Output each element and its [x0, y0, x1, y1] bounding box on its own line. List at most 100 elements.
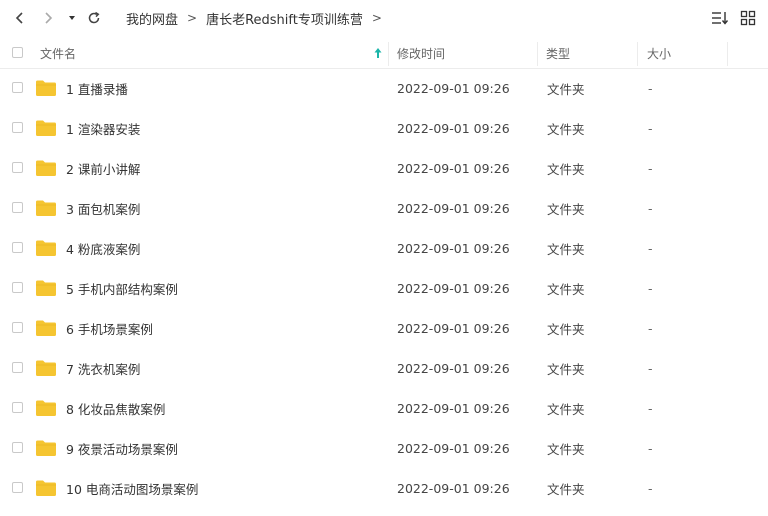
file-type: 文件夹	[547, 281, 585, 297]
sort-list-icon[interactable]	[708, 6, 732, 30]
file-row[interactable]: 1 直播录播 2022-09-01 09:26 文件夹 -	[0, 68, 768, 108]
file-size: -	[648, 480, 653, 496]
file-type: 文件夹	[547, 481, 585, 497]
file-row[interactable]: 4 粉底液案例 2022-09-01 09:26 文件夹 -	[0, 228, 768, 268]
file-size: -	[648, 240, 653, 256]
file-row[interactable]: 10 电商活动图场景案例 2022-09-01 09:26 文件夹 -	[0, 468, 768, 508]
row-checkbox[interactable]	[12, 442, 23, 453]
file-modified-time: 2022-09-01 09:26	[397, 440, 510, 456]
file-name[interactable]: 8 化妆品焦散案例	[66, 388, 165, 428]
column-header-modified[interactable]: 修改时间	[397, 38, 445, 68]
file-type: 文件夹	[547, 321, 585, 337]
forward-chevron-icon[interactable]	[36, 6, 60, 30]
file-row[interactable]: 6 手机场景案例 2022-09-01 09:26 文件夹 -	[0, 308, 768, 348]
row-checkbox[interactable]	[12, 162, 23, 173]
file-list-header: 文件名 修改时间 类型 大小	[0, 38, 768, 69]
file-row[interactable]: 7 洗衣机案例 2022-09-01 09:26 文件夹 -	[0, 348, 768, 388]
row-checkbox[interactable]	[12, 282, 23, 293]
column-header-type[interactable]: 类型	[546, 38, 570, 68]
column-divider[interactable]	[537, 42, 538, 66]
file-name[interactable]: 1 渲染器安装	[66, 108, 140, 148]
file-modified-time: 2022-09-01 09:26	[397, 120, 510, 136]
file-name[interactable]: 2 课前小讲解	[66, 148, 140, 188]
file-size: -	[648, 320, 653, 336]
folder-icon	[35, 159, 57, 180]
file-type: 文件夹	[547, 161, 585, 177]
breadcrumb-separator: >	[187, 11, 198, 25]
file-row[interactable]: 5 手机内部结构案例 2022-09-01 09:26 文件夹 -	[0, 268, 768, 308]
folder-icon	[35, 199, 57, 220]
row-checkbox[interactable]	[12, 322, 23, 333]
file-size: -	[648, 360, 653, 376]
grid-view-icon[interactable]	[736, 6, 760, 30]
row-checkbox[interactable]	[12, 482, 23, 493]
folder-icon	[35, 479, 57, 500]
file-modified-time: 2022-09-01 09:26	[397, 280, 510, 296]
breadcrumb-separator: >	[371, 11, 382, 25]
row-checkbox[interactable]	[12, 362, 23, 373]
file-name[interactable]: 10 电商活动图场景案例	[66, 468, 198, 508]
file-name[interactable]: 4 粉底液案例	[66, 228, 140, 268]
row-checkbox[interactable]	[12, 82, 23, 93]
row-checkbox[interactable]	[12, 202, 23, 213]
column-header-name[interactable]: 文件名	[40, 38, 76, 68]
file-type: 文件夹	[547, 441, 585, 457]
file-size: -	[648, 80, 653, 96]
file-row[interactable]: 2 课前小讲解 2022-09-01 09:26 文件夹 -	[0, 148, 768, 188]
file-row[interactable]: 1 渲染器安装 2022-09-01 09:26 文件夹 -	[0, 108, 768, 148]
file-modified-time: 2022-09-01 09:26	[397, 480, 510, 496]
file-name[interactable]: 6 手机场景案例	[66, 308, 153, 348]
folder-icon	[35, 359, 57, 380]
file-modified-time: 2022-09-01 09:26	[397, 160, 510, 176]
breadcrumb: 我的网盘 > 唐长老Redshift专项训练营 >	[126, 0, 382, 36]
refresh-icon[interactable]	[82, 6, 106, 30]
file-size: -	[648, 200, 653, 216]
sort-ascending-arrow-icon[interactable]	[372, 46, 384, 60]
row-checkbox[interactable]	[12, 402, 23, 413]
row-checkbox[interactable]	[12, 122, 23, 133]
file-name[interactable]: 5 手机内部结构案例	[66, 268, 178, 308]
file-name[interactable]: 7 洗衣机案例	[66, 348, 140, 388]
column-divider[interactable]	[727, 42, 728, 66]
folder-icon	[35, 119, 57, 140]
column-divider[interactable]	[637, 42, 638, 66]
file-name[interactable]: 9 夜景活动场景案例	[66, 428, 178, 468]
file-row[interactable]: 8 化妆品焦散案例 2022-09-01 09:26 文件夹 -	[0, 388, 768, 428]
file-size: -	[648, 120, 653, 136]
file-size: -	[648, 400, 653, 416]
file-modified-time: 2022-09-01 09:26	[397, 80, 510, 96]
row-checkbox[interactable]	[12, 242, 23, 253]
file-name[interactable]: 1 直播录播	[66, 68, 128, 108]
column-header-size[interactable]: 大小	[647, 38, 671, 68]
file-type: 文件夹	[547, 121, 585, 137]
file-row[interactable]: 9 夜景活动场景案例 2022-09-01 09:26 文件夹 -	[0, 428, 768, 468]
breadcrumb-item-root[interactable]: 我的网盘	[126, 9, 178, 28]
file-size: -	[648, 160, 653, 176]
folder-icon	[35, 279, 57, 300]
folder-icon	[35, 79, 57, 100]
file-row[interactable]: 3 面包机案例 2022-09-01 09:26 文件夹 -	[0, 188, 768, 228]
file-size: -	[648, 280, 653, 296]
file-type: 文件夹	[547, 361, 585, 377]
dropdown-caret-icon[interactable]	[62, 6, 82, 30]
file-type: 文件夹	[547, 81, 585, 97]
file-modified-time: 2022-09-01 09:26	[397, 200, 510, 216]
file-modified-time: 2022-09-01 09:26	[397, 320, 510, 336]
file-name[interactable]: 3 面包机案例	[66, 188, 140, 228]
folder-icon	[35, 239, 57, 260]
breadcrumb-item-current[interactable]: 唐长老Redshift专项训练营	[206, 9, 363, 28]
folder-icon	[35, 439, 57, 460]
folder-icon	[35, 319, 57, 340]
file-type: 文件夹	[547, 401, 585, 417]
file-modified-time: 2022-09-01 09:26	[397, 360, 510, 376]
file-type: 文件夹	[547, 201, 585, 217]
file-modified-time: 2022-09-01 09:26	[397, 240, 510, 256]
navigation-bar: 我的网盘 > 唐长老Redshift专项训练营 >	[0, 0, 768, 36]
back-chevron-icon[interactable]	[8, 6, 32, 30]
folder-icon	[35, 399, 57, 420]
file-type: 文件夹	[547, 241, 585, 257]
file-size: -	[648, 440, 653, 456]
select-all-checkbox[interactable]	[12, 47, 23, 58]
file-modified-time: 2022-09-01 09:26	[397, 400, 510, 416]
column-divider[interactable]	[388, 42, 389, 66]
